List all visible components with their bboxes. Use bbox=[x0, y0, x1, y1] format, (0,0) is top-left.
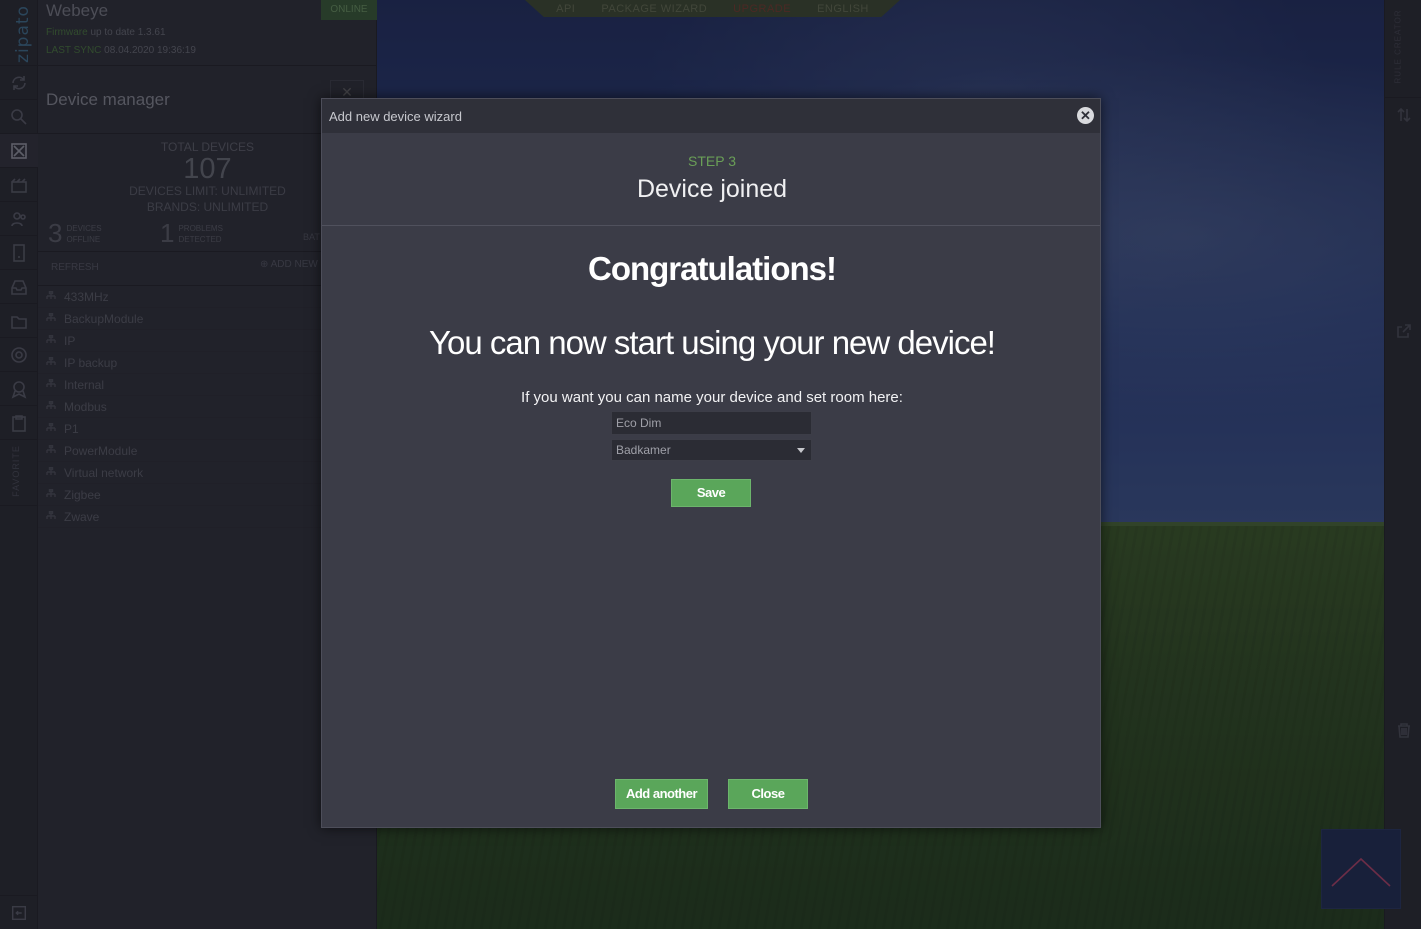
start-message: You can now start using your new device! bbox=[429, 324, 996, 361]
modal-header: Add new device wizard ✕ bbox=[322, 99, 1100, 133]
congratulations-heading: Congratulations! bbox=[588, 250, 837, 287]
device-name-input[interactable] bbox=[611, 411, 812, 435]
close-button[interactable]: Close bbox=[728, 779, 808, 809]
step-title: Device joined bbox=[636, 175, 788, 203]
close-icon[interactable]: ✕ bbox=[1077, 107, 1094, 124]
add-device-wizard-modal: Add new device wizard ✕ STEP 3 Device jo… bbox=[321, 98, 1101, 828]
modal-title: Add new device wizard bbox=[329, 109, 462, 124]
wizard-content: Congratulations! You can now start using… bbox=[322, 226, 1100, 826]
add-another-button[interactable]: Add another bbox=[615, 779, 708, 809]
naming-hint: If you want you can name your device and… bbox=[521, 389, 903, 406]
chevron-down-icon bbox=[797, 448, 805, 453]
step-indicator: STEP 3 bbox=[688, 153, 736, 169]
wizard-step-header: STEP 3 Device joined bbox=[322, 133, 1100, 226]
save-button[interactable]: Save bbox=[671, 479, 751, 507]
room-select[interactable]: Badkamer bbox=[611, 439, 812, 461]
